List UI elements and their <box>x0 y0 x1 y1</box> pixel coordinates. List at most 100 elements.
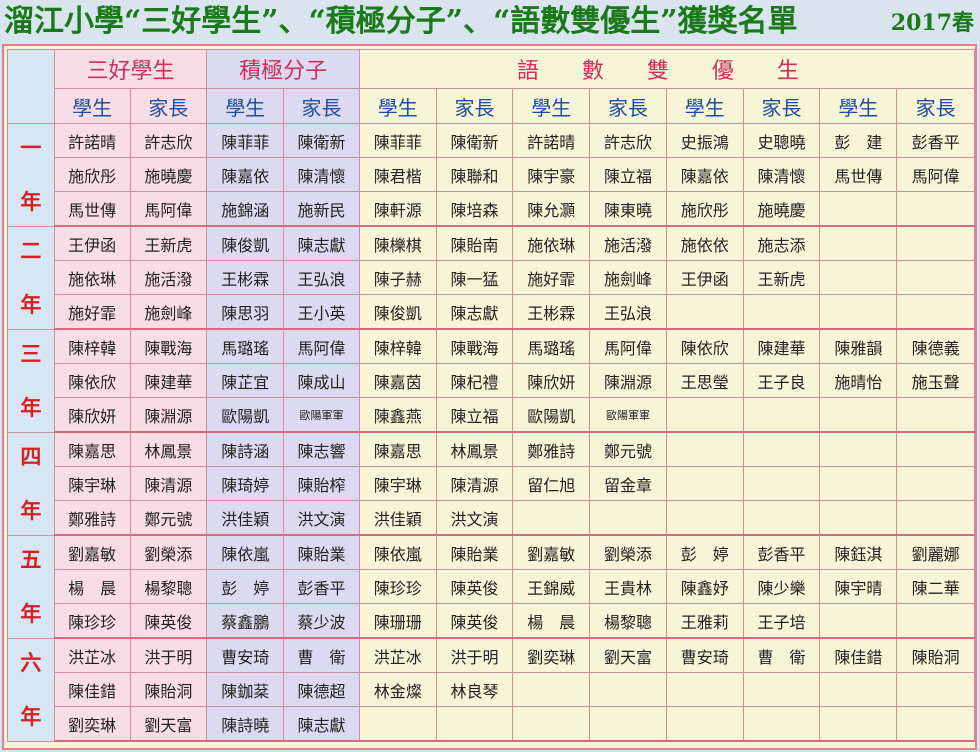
parent-name-cell: 劉榮添 <box>589 534 667 570</box>
student-name-cell: 陳宇琳 <box>358 466 437 501</box>
page-title: 溜江小學“三好學生”、“積極分子”、“語數雙優生”獲獎名單 <box>4 4 798 39</box>
table-row: 施欣彤 施曉慶 陳嘉依 陳清懷 陳君楷 陳聯和 陳宇豪 陳立福 陳嘉依 陳清懷 馬世傳 馬阿偉 <box>8 157 975 192</box>
parent-name-cell: 彭香平 <box>283 569 360 604</box>
student-name-cell: 陳欣妍 <box>512 363 591 398</box>
student-name-cell: 陳嘉思 <box>53 431 131 467</box>
subheader-student: 學生 <box>512 88 591 124</box>
subheader-student: 學生 <box>819 88 898 124</box>
parent-name-cell: 王新虎 <box>742 260 821 295</box>
student-name-cell <box>819 706 898 742</box>
student-name-cell: 劉奕琳 <box>53 706 131 742</box>
student-name-cell <box>665 466 744 501</box>
parent-name-cell: 陳淵源 <box>589 363 667 398</box>
student-name-cell: 陳允灝 <box>512 191 591 227</box>
parent-name-cell <box>896 260 975 295</box>
student-name-cell: 彭 婷 <box>665 534 744 570</box>
parent-name-cell: 施活潑 <box>129 260 208 295</box>
parent-name-cell: 陳貽業 <box>435 534 514 570</box>
table-row: 二年王伊函 王新虎 陳俊凱 陳志獻 陳櫟棋 陳貽南 施依琳 施活潑 施依依 施志添 <box>7 225 975 330</box>
table-row: 六年洪芷冰 洪于明 曹安琦曹 衛洪芷冰 洪于明 劉奕琳 劉天富 曹安琦曹 衛陳佳錯 陳貽洞 <box>7 637 975 742</box>
parent-name-cell: 陳貽榨 <box>283 466 360 501</box>
student-name-cell <box>358 706 437 742</box>
student-name-cell: 陳芷宜 <box>206 363 285 398</box>
table-row: 三年陳梓韓 陳戰海 馬璐瑤 馬阿偉 陳梓韓 陳戰海 馬璐瑤 馬阿偉 陳依欣 陳建華 陳雅韻 陳德義 <box>7 328 975 433</box>
parent-name-cell: 施新民 <box>283 191 360 227</box>
parent-name-cell: 施活潑 <box>589 225 667 261</box>
parent-name-cell: 留金章 <box>589 466 667 501</box>
student-name-cell <box>819 397 898 433</box>
student-name-cell: 歐陽凱 <box>512 397 591 433</box>
student-name-cell: 陳菲菲 <box>206 123 285 158</box>
parent-name-cell: 陳貽洞 <box>896 637 975 673</box>
parent-name-cell: 陳戰海 <box>435 328 514 364</box>
parent-name-cell <box>742 706 821 742</box>
parent-name-cell: 陳少樂 <box>742 569 821 604</box>
parent-name-cell <box>742 431 821 467</box>
parent-name-cell <box>742 466 821 501</box>
header-sanhao: 三好學生 <box>53 49 208 89</box>
parent-name-cell <box>896 397 975 433</box>
student-name-cell: 陳軒源 <box>358 191 437 227</box>
parent-name-cell: 劉榮添 <box>129 534 208 570</box>
student-name-cell: 王思瑩 <box>665 363 744 398</box>
parent-name-cell <box>742 294 821 330</box>
student-name-cell: 施晴怡 <box>819 363 898 398</box>
parent-name-cell: 林鳳景 <box>435 431 514 467</box>
student-name-cell: 陳菲菲 <box>358 123 437 158</box>
parent-name-cell: 王新虎 <box>129 225 208 261</box>
student-name-cell: 洪芷冰 <box>53 637 131 673</box>
parent-name-cell: 洪文演 <box>435 500 514 536</box>
parent-name-cell: 陳淵源 <box>129 397 208 433</box>
student-name-cell: 陳鑫妤 <box>665 569 744 604</box>
student-name-cell <box>819 672 898 707</box>
student-name-cell: 陳琦婷 <box>206 466 285 501</box>
table-row: 馬世傳 馬阿偉 施錦涵 施新民 陳軒源 陳培森 陳允灝 陳東曉 施欣彤 施曉慶 <box>8 191 975 227</box>
parent-name-cell: 陳二華 <box>896 569 975 604</box>
student-name-cell <box>819 260 898 295</box>
student-name-cell: 陳依嵐 <box>358 534 437 570</box>
parent-name-cell <box>742 500 821 536</box>
table-row: 四年陳嘉思 林鳳景 陳詩涵 陳志響 陳嘉思 林鳳景 鄭雅詩 鄭元號 <box>7 431 975 536</box>
parent-name-cell: 陳一猛 <box>435 260 514 295</box>
subheader-parent: 家長 <box>283 88 360 124</box>
student-name-cell: 鄭雅詩 <box>53 500 131 536</box>
parent-name-cell: 施劍峰 <box>589 260 667 295</box>
student-name-cell: 陳佳錯 <box>53 672 131 707</box>
student-name-cell: 洪佳穎 <box>206 500 285 536</box>
parent-name-cell: 施劍峰 <box>129 294 208 330</box>
student-name-cell <box>819 294 898 330</box>
student-name-cell: 馬璐瑤 <box>206 328 285 364</box>
student-name-cell <box>665 672 744 707</box>
student-name-cell: 彭 建 <box>819 123 898 158</box>
parent-name-cell: 陳貽洞 <box>129 672 208 707</box>
parent-name-cell: 陳英俊 <box>129 603 208 639</box>
grade-label-char: 五 <box>20 546 42 572</box>
student-name-cell: 劉嘉敏 <box>53 534 131 570</box>
award-sheet: 三好學生 積極分子 語 數 雙 優 生 學生 家長 學生 家長 學生 家長 學生… <box>2 44 977 750</box>
table-row: 陳宇琳 陳清源 陳琦婷 陳貽榨 陳宇琳 陳清源 留仁旭 留金章 <box>8 466 975 501</box>
parent-name-cell: 施志添 <box>742 225 821 261</box>
parent-name-cell: 蔡少波 <box>283 603 360 639</box>
student-name-cell <box>819 603 898 639</box>
student-name-cell: 劉嘉敏 <box>512 534 591 570</box>
grade-label-char: 年 <box>20 600 42 626</box>
student-name-cell: 陳思羽 <box>206 294 285 330</box>
parent-name-cell: 陳英俊 <box>435 603 514 639</box>
student-name-cell: 施依依 <box>665 225 744 261</box>
student-name-cell <box>665 500 744 536</box>
student-name-cell: 施依琳 <box>53 260 131 295</box>
student-name-cell <box>512 672 591 707</box>
parent-name-cell: 劉天富 <box>589 637 667 673</box>
student-name-cell <box>819 191 898 227</box>
subheader-student: 學生 <box>53 88 131 124</box>
table-row: 施依琳 施活潑 王彬霖 王弘浪 陳子赫 陳一猛 施好霏 施劍峰 王伊函 王新虎 <box>8 260 975 295</box>
student-name-cell: 王伊函 <box>53 225 131 261</box>
parent-name-cell: 施曉慶 <box>129 157 208 192</box>
student-name-cell: 史振鴻 <box>665 123 744 158</box>
parent-name-cell: 陳清懷 <box>742 157 821 192</box>
year-label: 2017春 <box>890 10 974 36</box>
grade-label-char: 年 <box>20 703 42 729</box>
student-name-cell: 楊 晨 <box>512 603 591 639</box>
student-name-cell: 陳子赫 <box>358 260 437 295</box>
student-name-cell: 陳珍珍 <box>53 603 131 639</box>
